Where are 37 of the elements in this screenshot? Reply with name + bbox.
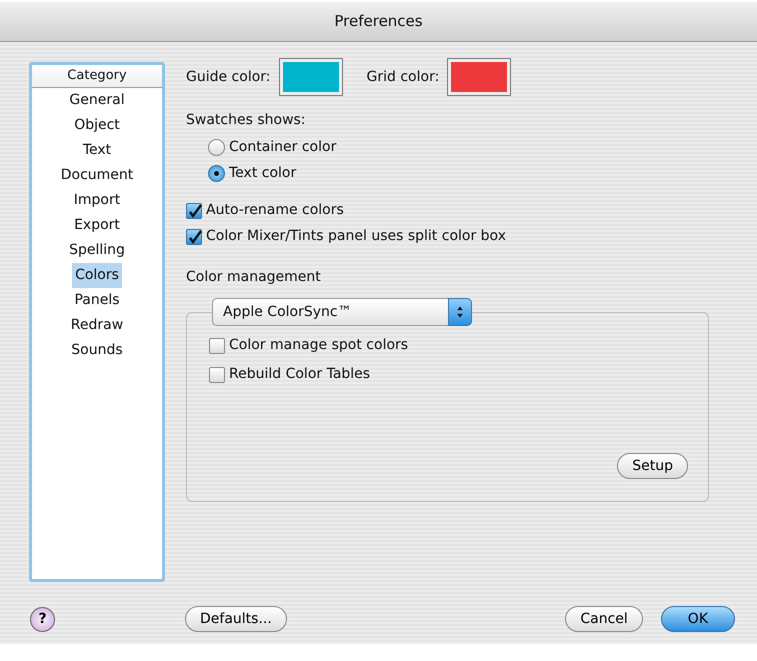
category-item[interactable]: Document <box>58 162 136 188</box>
radio-label: Container color <box>229 138 336 157</box>
color-label: Grid color: <box>366 68 440 86</box>
radio-label: Text color <box>229 164 296 183</box>
color-label: Guide color: <box>186 68 271 86</box>
radio-button[interactable] <box>208 165 225 182</box>
checkbox-label: Color manage spot colors <box>229 336 408 355</box>
cancel-button[interactable]: Cancel <box>565 606 643 632</box>
color-well[interactable] <box>278 58 343 96</box>
radio-button[interactable] <box>208 139 225 156</box>
category-item[interactable]: Redraw <box>68 312 126 338</box>
checkbox[interactable] <box>186 202 202 218</box>
category-item[interactable]: Sounds <box>68 338 126 362</box>
checkbox[interactable] <box>209 338 225 354</box>
checkbox-label: Auto-rename colors <box>206 201 344 220</box>
window-title: Preferences <box>334 11 423 32</box>
ok-button[interactable]: OK <box>660 606 735 632</box>
checkbox[interactable] <box>209 366 225 382</box>
checkbox-label: Rebuild Color Tables <box>229 365 370 384</box>
help-button[interactable]: ? <box>30 606 55 632</box>
category-item[interactable]: Text <box>80 138 114 162</box>
section-label: Swatches shows: <box>186 111 307 130</box>
profile-dropdown[interactable]: Apple ColorSync™ <box>212 298 472 326</box>
category-item[interactable]: Spelling <box>66 238 128 262</box>
dropdown-arrows-icon <box>448 298 472 326</box>
category-item[interactable]: Import <box>70 188 124 212</box>
section-label: Color management <box>186 268 322 287</box>
checkbox[interactable] <box>186 228 202 244</box>
category-item[interactable]: Colors <box>72 262 122 288</box>
category-item[interactable]: Export <box>71 212 123 238</box>
checkbox-label: Color Mixer/Tints panel uses split color box <box>206 227 506 246</box>
category-item[interactable]: Panels <box>71 288 123 312</box>
category-item[interactable]: Object <box>71 112 123 138</box>
color-well[interactable] <box>447 58 512 96</box>
defaults-button[interactable]: Defaults... <box>185 606 287 632</box>
category-item[interactable]: General <box>66 88 128 112</box>
setup-button[interactable]: Setup <box>617 453 688 479</box>
